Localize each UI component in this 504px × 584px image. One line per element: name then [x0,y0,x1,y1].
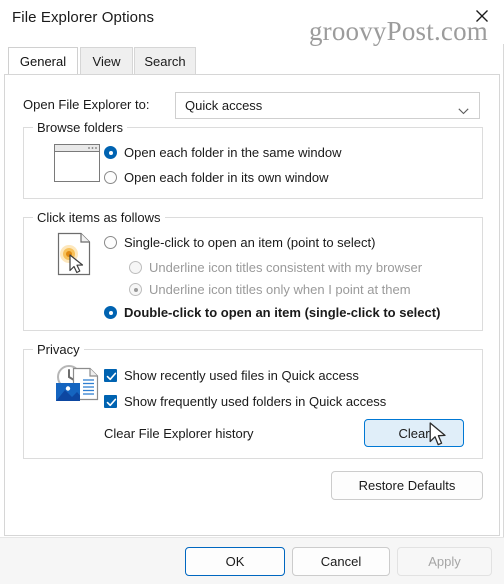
radio-single-click[interactable]: Single-click to open an item (point to s… [104,235,375,250]
general-tab-panel: Open File Explorer to: Quick access Brow… [4,74,500,536]
clear-button[interactable]: Clear [364,419,464,447]
tab-general-label: General [19,54,67,69]
radio-underline-point[interactable]: Underline icon titles only when I point … [129,282,411,297]
tab-strip: General View Search [4,47,500,75]
open-file-explorer-to-select[interactable]: Quick access [175,92,480,119]
history-files-icon [52,362,104,411]
checkbox-recent-files[interactable]: Show recently used files in Quick access [104,368,359,383]
checkbox-indicator [104,369,117,382]
close-icon [475,9,489,23]
open-file-explorer-to-label: Open File Explorer to: [23,97,150,112]
privacy-title: Privacy [33,342,84,357]
tab-search[interactable]: Search [134,47,196,74]
radio-own-window[interactable]: Open each folder in its own window [104,170,329,185]
open-file-explorer-to-row: Open File Explorer to: Quick access [23,92,483,119]
radio-underline-browser[interactable]: Underline icon titles consistent with my… [129,260,422,275]
tab-general[interactable]: General [8,47,78,75]
browse-folders-group: Browse folders Open each folder in the s… [23,120,483,199]
close-button[interactable] [460,0,504,32]
restore-defaults-button[interactable]: Restore Defaults [331,471,483,500]
radio-same-window[interactable]: Open each folder in the same window [104,145,342,160]
apply-button: Apply [397,547,492,576]
radio-single-click-label: Single-click to open an item (point to s… [124,235,376,250]
radio-indicator [104,171,117,184]
tab-view[interactable]: View [80,47,133,74]
radio-double-click[interactable]: Double-click to open an item (single-cli… [104,305,440,320]
radio-double-click-label: Double-click to open an item (single-cli… [124,305,441,320]
tab-view-label: View [92,53,121,69]
ok-button-label: OK [225,554,245,569]
browse-folders-title: Browse folders [33,120,127,135]
checkbox-recent-files-label: Show recently used files in Quick access [124,368,359,383]
radio-underline-browser-label: Underline icon titles consistent with my… [149,260,423,275]
window-preview-icon [54,144,100,187]
cancel-button[interactable]: Cancel [292,547,390,576]
open-file-explorer-to-value: Quick access [185,98,263,113]
radio-same-window-label: Open each folder in the same window [124,145,342,160]
radio-underline-point-label: Underline icon titles only when I point … [149,282,411,297]
restore-defaults-label: Restore Defaults [358,478,456,493]
clear-button-label: Clear [398,425,430,441]
cancel-button-label: Cancel [320,554,362,569]
click-items-group: Click items as follows Single-click to o… [23,210,483,331]
radio-indicator [104,146,117,159]
tab-search-label: Search [144,53,186,69]
ok-button[interactable]: OK [185,547,285,576]
file-explorer-options-dialog: File Explorer Options groovyPost.com Gen… [0,0,504,584]
checkbox-frequent-folders[interactable]: Show frequently used folders in Quick ac… [104,394,386,409]
radio-indicator [104,236,117,249]
radio-indicator [129,283,142,296]
radio-indicator [129,261,142,274]
clear-history-label: Clear File Explorer history [104,426,254,441]
radio-indicator [104,306,117,319]
apply-button-label: Apply [428,554,461,569]
radio-own-window-label: Open each folder in its own window [124,170,329,185]
click-items-title: Click items as follows [33,210,165,225]
privacy-group: Privacy Show recently used files in Quic… [23,342,483,459]
chevron-down-icon [458,102,469,120]
checkbox-frequent-folders-label: Show frequently used folders in Quick ac… [124,394,387,409]
page-title: File Explorer Options [12,9,155,26]
dialog-button-bar: OK Cancel Apply [0,537,504,584]
checkbox-indicator [104,395,117,408]
document-click-icon [56,232,96,281]
title-bar: File Explorer Options groovyPost.com [0,0,504,46]
